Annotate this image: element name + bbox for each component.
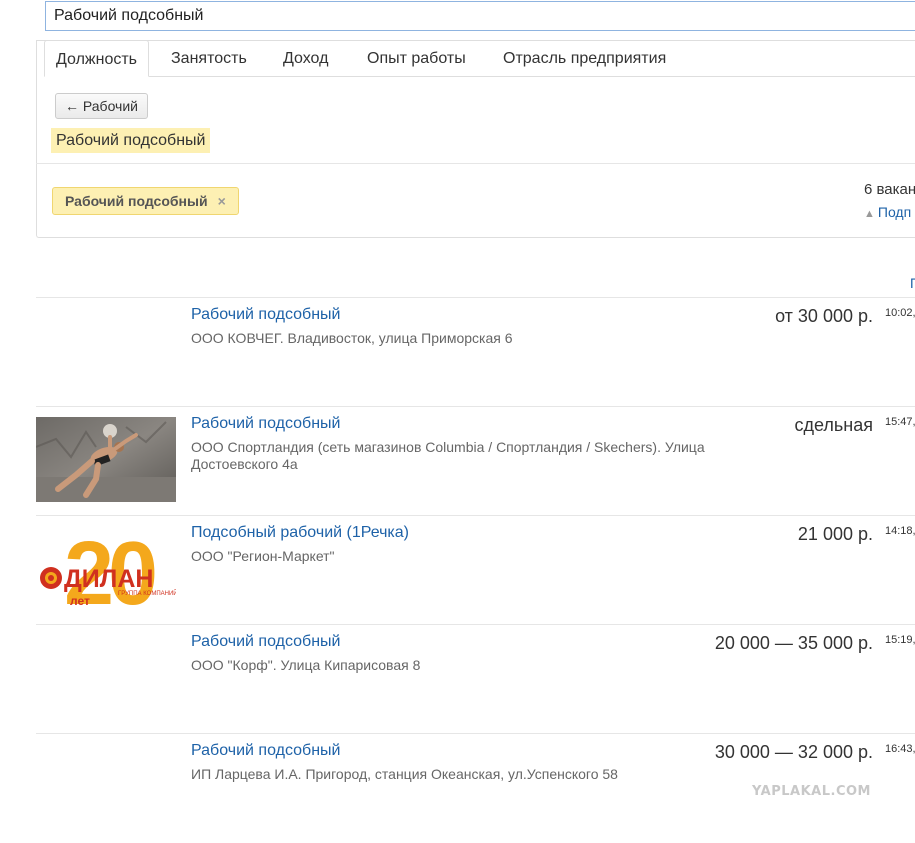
vacancy-title[interactable]: Подсобный рабочий (1Речка)	[191, 524, 409, 542]
filter-chip: Рабочий подсобный ×	[52, 187, 239, 215]
subscribe-label: Подп	[877, 204, 912, 220]
vacancy-time: 16:43,	[885, 743, 915, 755]
current-category-label: Рабочий подсобный	[51, 128, 211, 153]
svg-text:ГРУППА КОМПАНИЙ: ГРУППА КОМПАНИЙ	[118, 589, 176, 597]
vacancy-salary: от 30 000 р.	[775, 306, 873, 326]
vacancy-company: ИП Ларцева И.А. Пригород, станция Океанс…	[191, 766, 618, 782]
vacancy-row[interactable]: Рабочий подсобный ООО "Корф". Улица Кипа…	[36, 624, 915, 734]
subscribe-link[interactable]: ▲ Подп	[864, 204, 911, 220]
vacancy-time: 10:02,	[885, 307, 915, 319]
vacancy-row[interactable]: 20 ДИЛАН ГРУППА КОМПАНИЙ лет Подсобный р…	[36, 515, 915, 625]
vacancy-company: ООО "Корф". Улица Кипарисовая 8	[191, 657, 421, 673]
vacancy-title[interactable]: Рабочий подсобный	[191, 415, 340, 433]
vacancy-company: ООО КОВЧЕГ. Владивосток, улица Приморска…	[191, 330, 513, 346]
vacancy-time: 15:47,	[885, 416, 915, 428]
sort-link[interactable]: П	[910, 275, 915, 291]
company-logo: 20 ДИЛАН ГРУППА КОМПАНИЙ лет	[36, 526, 176, 611]
tab-position[interactable]: Должность	[44, 40, 149, 77]
vacancy-salary: 21 000 р.	[797, 524, 873, 544]
filter-tabs: Должность Занятость Доход Опыт работы От…	[44, 40, 915, 77]
filter-chip-label: Рабочий подсобный	[65, 193, 208, 209]
close-icon[interactable]: ×	[218, 193, 226, 209]
tab-employment[interactable]: Занятость	[171, 40, 247, 76]
vacancy-salary: 30 000 — 32 000 р.	[714, 742, 873, 762]
watermark: YAPLAKAL.COM	[752, 784, 871, 799]
search-input[interactable]	[45, 1, 915, 31]
vacancy-company: ООО Спортландия (сеть магазинов Columbia…	[191, 439, 705, 472]
vacancy-row[interactable]: Рабочий подсобный ООО КОВЧЕГ. Владивосто…	[36, 297, 915, 407]
tab-industry[interactable]: Отрасль предприятия	[503, 40, 666, 76]
svg-text:лет: лет	[70, 594, 90, 608]
vacancy-title[interactable]: Рабочий подсобный	[191, 633, 340, 651]
vacancy-count: 6 вакан	[864, 181, 915, 198]
tab-income[interactable]: Доход	[283, 40, 328, 76]
svg-text:ДИЛАН: ДИЛАН	[64, 565, 153, 593]
back-button[interactable]: ← Рабочий	[55, 93, 148, 119]
vacancy-row[interactable]: Рабочий подсобный ООО Спортландия (сеть …	[36, 406, 915, 516]
tab-experience[interactable]: Опыт работы	[367, 40, 466, 76]
vacancy-salary: сдельная	[794, 415, 874, 435]
company-photo	[36, 417, 176, 502]
vacancy-company: ООО "Регион-Маркет"	[191, 548, 335, 564]
bell-icon: ▲	[864, 208, 875, 220]
vacancy-time: 14:18,	[885, 525, 915, 537]
divider	[36, 163, 915, 164]
vacancy-time: 15:19,	[885, 634, 915, 646]
vacancy-salary: 20 000 — 35 000 р.	[714, 633, 873, 653]
vacancy-title[interactable]: Рабочий подсобный	[191, 742, 340, 760]
vacancy-title[interactable]: Рабочий подсобный	[191, 306, 340, 324]
